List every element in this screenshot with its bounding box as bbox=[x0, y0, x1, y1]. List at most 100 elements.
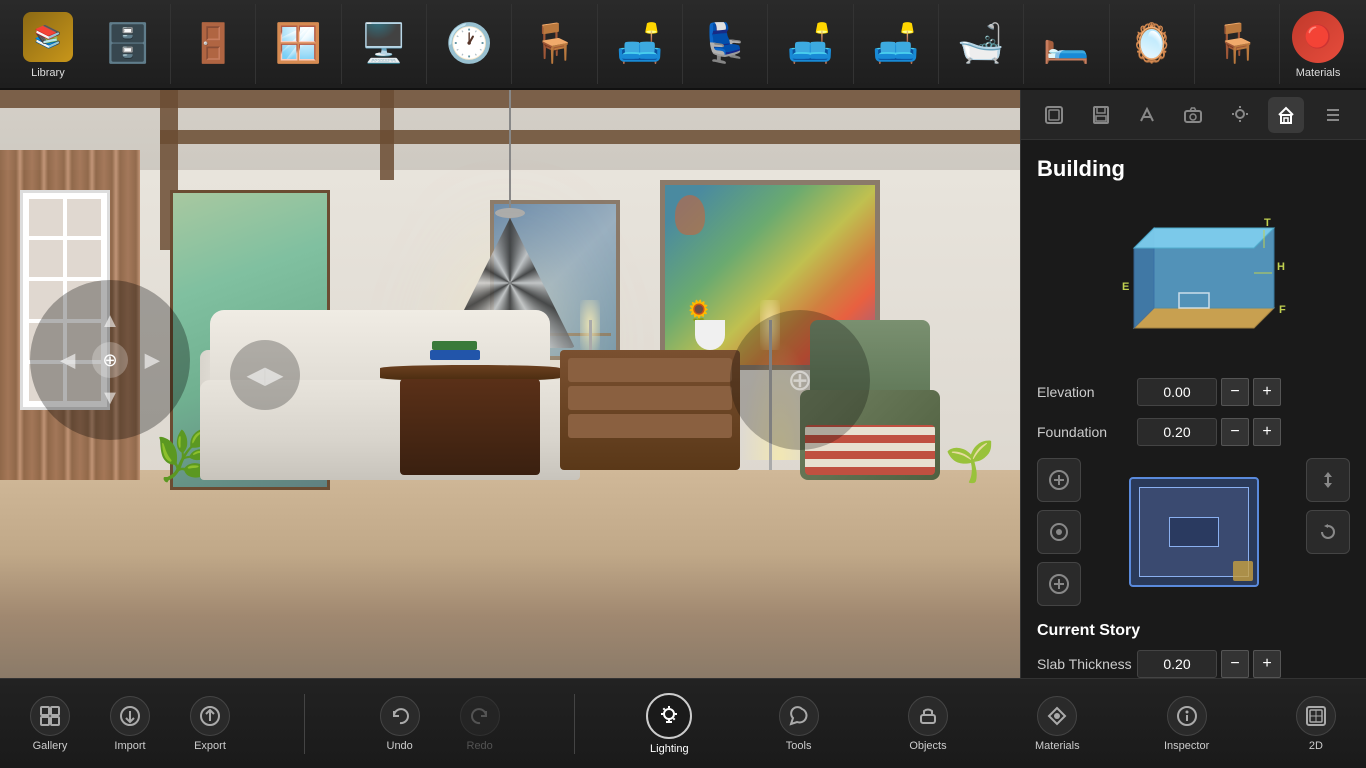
action-buttons-right bbox=[1306, 458, 1350, 606]
lighting-button[interactable]: Lighting bbox=[629, 684, 709, 764]
2d-label: 2D bbox=[1309, 740, 1323, 752]
coffee-table[interactable] bbox=[380, 365, 560, 475]
export-icon bbox=[190, 696, 230, 736]
move-control[interactable]: ◀▶ bbox=[230, 340, 300, 410]
yellow-armchair-icon: 🛋️ bbox=[616, 22, 663, 66]
tab-save[interactable] bbox=[1083, 97, 1119, 133]
nav-left-arrow: ◀ bbox=[60, 348, 75, 373]
bottom-bar: Gallery Import Export Undo Redo bbox=[0, 678, 1366, 768]
tab-camera[interactable] bbox=[1175, 97, 1211, 133]
orbit-control[interactable]: ⊕ bbox=[730, 310, 870, 450]
tools-button[interactable]: Tools bbox=[759, 684, 839, 764]
tab-list[interactable] bbox=[1315, 97, 1351, 133]
furniture-dresser[interactable]: 🪞 bbox=[1110, 4, 1195, 84]
redo-button[interactable]: Redo bbox=[440, 684, 520, 764]
furniture-door[interactable]: 🚪 bbox=[171, 4, 256, 84]
add-floor-button[interactable] bbox=[1037, 562, 1081, 606]
floor-plan-thumbnail[interactable] bbox=[1129, 477, 1259, 587]
elevation-decrease-button[interactable]: − bbox=[1221, 378, 1249, 406]
top-toolbar: 📚 Library 🗄️ 🚪 🪟 🖥️ 🕐 🪑 🛋️ 💺 🛋️ 🛋️ 🛁 🛏️ … bbox=[0, 0, 1366, 90]
tab-paint[interactable] bbox=[1129, 97, 1165, 133]
furniture-pink-sofa[interactable]: 🛋️ bbox=[768, 4, 853, 84]
2d-button[interactable]: 2D bbox=[1276, 684, 1356, 764]
furniture-pink-chair[interactable]: 💺 bbox=[683, 4, 768, 84]
yellow-sofa-icon: 🛋️ bbox=[872, 22, 919, 66]
furniture-window[interactable]: 🪟 bbox=[256, 4, 341, 84]
rotate-button[interactable] bbox=[1306, 510, 1350, 554]
books bbox=[430, 335, 480, 360]
redo-svg bbox=[469, 705, 491, 727]
materials-icon: 🔴 bbox=[1292, 11, 1344, 63]
plant-right: 🌱 bbox=[945, 438, 995, 485]
navigation-joystick[interactable]: ⊕ ▲ ▼ ◀ ▶ bbox=[30, 280, 190, 440]
furniture-bookshelf[interactable]: 🗄️ bbox=[86, 4, 171, 84]
nav-down-arrow: ▼ bbox=[100, 387, 120, 410]
dresser[interactable] bbox=[560, 340, 740, 470]
furniture-red-chair[interactable]: 🪑 bbox=[512, 4, 597, 84]
svg-text:F: F bbox=[1279, 304, 1286, 316]
undo-label: Undo bbox=[387, 740, 413, 752]
elevation-increase-button[interactable]: + bbox=[1253, 378, 1281, 406]
furniture-tv[interactable]: 🖥️ bbox=[342, 4, 427, 84]
home-icon bbox=[1276, 105, 1296, 125]
slab-increase-button[interactable]: + bbox=[1253, 650, 1281, 678]
library-label: Library bbox=[31, 67, 65, 79]
undo-button[interactable]: Undo bbox=[360, 684, 440, 764]
2d-svg bbox=[1305, 705, 1327, 727]
select-3d-button[interactable] bbox=[1037, 510, 1081, 554]
svg-text:T: T bbox=[1264, 217, 1271, 229]
save-icon bbox=[1091, 105, 1111, 125]
undo-svg bbox=[389, 705, 411, 727]
undo-icon bbox=[380, 696, 420, 736]
add-building-button[interactable] bbox=[1037, 458, 1081, 502]
orbit-icon: ⊕ bbox=[787, 363, 812, 398]
inspector-label: Inspector bbox=[1164, 740, 1209, 752]
move-icon-btn bbox=[1316, 468, 1340, 492]
light-icon bbox=[1230, 105, 1250, 125]
bottom-group-left: Gallery Import Export bbox=[10, 684, 250, 764]
objects-label: Objects bbox=[909, 740, 946, 752]
furniture-bed[interactable]: 🛏️ bbox=[1024, 4, 1109, 84]
slab-decrease-button[interactable]: − bbox=[1221, 650, 1249, 678]
2d-icon bbox=[1296, 696, 1336, 736]
tab-select[interactable] bbox=[1036, 97, 1072, 133]
furniture-yellow-armchair[interactable]: 🛋️ bbox=[598, 4, 683, 84]
viewport[interactable]: 🌿 🌱 bbox=[0, 90, 1020, 680]
room-scene: 🌿 🌱 bbox=[0, 90, 1020, 680]
slab-thickness-input[interactable] bbox=[1137, 650, 1217, 678]
beam-horizontal-2 bbox=[160, 130, 1020, 144]
tab-light[interactable] bbox=[1222, 97, 1258, 133]
inspector-button[interactable]: Inspector bbox=[1147, 684, 1227, 764]
bathtub-icon: 🛁 bbox=[957, 22, 1004, 66]
objects-button[interactable]: Objects bbox=[888, 684, 968, 764]
furniture-yellow-sofa[interactable]: 🛋️ bbox=[854, 4, 939, 84]
gallery-button[interactable]: Gallery bbox=[10, 684, 90, 764]
furniture-bathtub[interactable]: 🛁 bbox=[939, 4, 1024, 84]
library-button[interactable]: 📚 Library bbox=[10, 4, 86, 84]
tab-home[interactable] bbox=[1268, 97, 1304, 133]
redo-label: Redo bbox=[467, 740, 493, 752]
import-svg bbox=[119, 705, 141, 727]
slab-thickness-row: Slab Thickness − + bbox=[1037, 650, 1350, 678]
dresser-drawer-2 bbox=[568, 386, 732, 410]
gallery-icon bbox=[30, 696, 70, 736]
bookshelf-icon: 🗄️ bbox=[104, 22, 151, 66]
export-button[interactable]: Export bbox=[170, 684, 250, 764]
add-building-icon bbox=[1047, 468, 1071, 492]
export-label: Export bbox=[194, 740, 226, 752]
chair-red2-icon: 🪑 bbox=[1213, 22, 1260, 66]
furniture-chair-red2[interactable]: 🪑 bbox=[1195, 4, 1280, 84]
elevation-input[interactable] bbox=[1137, 378, 1217, 406]
paint-icon bbox=[1137, 105, 1157, 125]
import-button[interactable]: Import bbox=[90, 684, 170, 764]
materials-button[interactable]: 🔴 Materials bbox=[1280, 4, 1356, 84]
foundation-decrease-button[interactable]: − bbox=[1221, 418, 1249, 446]
inspector-icon bbox=[1167, 696, 1207, 736]
export-svg bbox=[199, 705, 221, 727]
materials-bottom-button[interactable]: Materials bbox=[1017, 684, 1097, 764]
move-icon: ◀▶ bbox=[247, 361, 284, 390]
move-button[interactable] bbox=[1306, 458, 1350, 502]
foundation-increase-button[interactable]: + bbox=[1253, 418, 1281, 446]
furniture-clock[interactable]: 🕐 bbox=[427, 4, 512, 84]
foundation-input[interactable] bbox=[1137, 418, 1217, 446]
